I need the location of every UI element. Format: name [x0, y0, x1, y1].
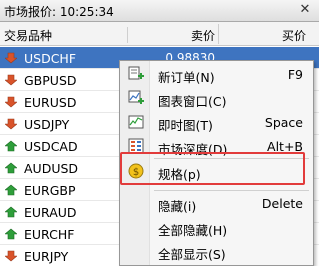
chart-window-icon [128, 90, 144, 104]
price-down-icon [5, 52, 17, 64]
menu-item-label: 新订单(N) [158, 70, 215, 85]
price-up-icon [5, 140, 17, 152]
symbol-name: USDJPY [24, 117, 70, 132]
menu-item-hide[interactable]: 隐藏(i) Delete [120, 192, 315, 214]
column-header-symbol[interactable]: 交易品种 [4, 27, 128, 43]
price-up-icon [5, 206, 17, 218]
symbol-name: EURUSD [24, 95, 77, 110]
price-down-icon [5, 96, 17, 108]
symbol-name: AUDUSD [24, 161, 79, 176]
column-header-bid[interactable]: 卖价 [130, 27, 215, 44]
menu-shortcut: F9 [287, 67, 303, 82]
window-title: 市场报价: 10:25:34 [4, 5, 114, 19]
symbol-name: GBPUSD [24, 73, 77, 88]
menu-item-hide-all[interactable]: 全部隐藏(H) [120, 216, 315, 238]
symbol-name: EURAUD [24, 205, 77, 220]
menu-item-label: 即时图(T) [158, 118, 213, 133]
price-down-icon [5, 250, 17, 262]
price-up-icon [5, 184, 17, 196]
column-divider [218, 24, 219, 44]
menu-item-label: 全部隐藏(H) [158, 223, 228, 238]
menu-shortcut: Delete [261, 196, 303, 211]
menu-item-chart-window[interactable]: 图表窗口(C) [120, 87, 315, 109]
tick-chart-icon [128, 115, 144, 129]
menu-item-label: 全部显示(S) [158, 247, 226, 262]
new-order-icon [128, 66, 144, 80]
symbol-name: EURCHF [24, 227, 75, 242]
menu-item-tick-chart[interactable]: 即时图(T) Space [120, 111, 315, 133]
price-up-icon [5, 162, 17, 174]
table-header: 交易品种 卖价 买价 [0, 22, 319, 46]
menu-item-label: 图表窗口(C) [158, 94, 227, 109]
column-header-ask[interactable]: 买价 [220, 27, 306, 44]
symbol-name: USDCHF [24, 51, 77, 66]
symbol-name: USDCAD [24, 139, 78, 154]
price-down-icon [5, 118, 17, 130]
symbol-name: EURJPY [24, 249, 69, 264]
price-down-icon [5, 74, 17, 86]
price-up-icon [5, 228, 17, 240]
menu-item-new-order[interactable]: 新订单(N) F9 [120, 63, 315, 85]
menu-shortcut: Space [264, 115, 303, 130]
highlight-box [120, 152, 305, 185]
menu-separator [154, 190, 309, 191]
close-icon[interactable]: ✕ [297, 2, 313, 18]
menu-item-show-all[interactable]: 全部显示(S) [120, 240, 315, 262]
window-titlebar: 市场报价: 10:25:34 ✕ [0, 0, 319, 22]
menu-item-label: 隐藏(i) [158, 199, 197, 214]
symbol-name: EURGBP [24, 183, 76, 198]
